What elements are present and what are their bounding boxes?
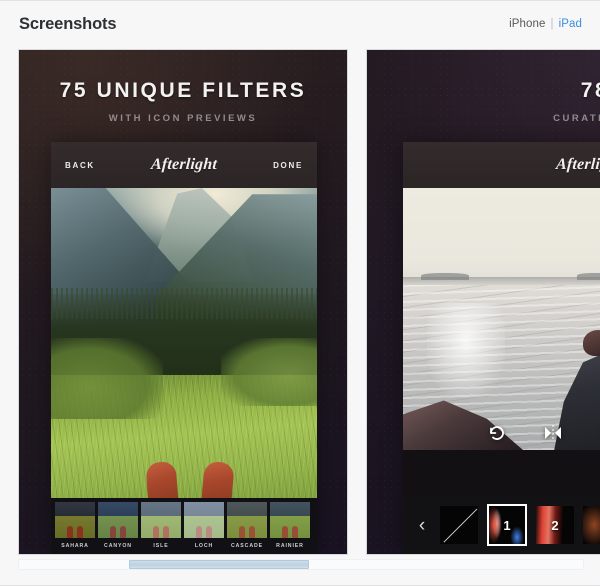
texture-tile-none[interactable]: [440, 506, 478, 544]
filter-thumbnail: [184, 502, 224, 538]
filter-label: CANYON: [104, 543, 132, 549]
screenshots-strip: 75 UNIQUE FILTERS WITH ICON PREVIEWS BAC…: [18, 49, 600, 555]
texture-preview: [583, 506, 600, 544]
filter-label: CASCADE: [231, 543, 263, 549]
done-button[interactable]: DONE: [273, 161, 303, 170]
filter-thumbnail: [141, 502, 181, 538]
filter-thumbnail: [98, 502, 138, 538]
device-switch: iPhone | iPad: [509, 18, 582, 30]
promo-headline: 75 UNIQUE FILTERS: [59, 79, 307, 102]
filter-label: ISLE: [153, 543, 169, 549]
phone-mockup-filters: BACK Afterlight DONE SAHARA CANYON ISLE …: [51, 142, 317, 554]
back-button[interactable]: BACK: [65, 161, 95, 170]
shoe-right: [200, 460, 235, 500]
texture-label: 1: [503, 517, 511, 533]
phone-mockup-textures: Afterlight ‹ 1 2: [403, 142, 600, 554]
horizontal-scrollbar[interactable]: [18, 559, 584, 570]
screenshots-page: Screenshots iPhone | iPad 75 UNIQUE FILT…: [0, 0, 600, 586]
texture-label: 2: [551, 517, 559, 533]
edited-photo-valley: [51, 188, 317, 500]
shrub-right: [221, 337, 317, 407]
afterlight-logo: Afterlight: [150, 156, 218, 173]
screenshots-viewport[interactable]: 75 UNIQUE FILTERS WITH ICON PREVIEWS BAC…: [18, 49, 600, 555]
filter-thumbnail: [227, 502, 267, 538]
shrub-left: [51, 337, 163, 419]
screenshot-textures[interactable]: 78 TEXTUR CURATED TO BE ORGANIC & Afterl…: [366, 49, 600, 555]
screenshot-filters[interactable]: 75 UNIQUE FILTERS WITH ICON PREVIEWS BAC…: [18, 49, 348, 555]
filter-item[interactable]: RAINIER: [270, 502, 310, 549]
app-bar: Afterlight: [403, 142, 600, 188]
texture-tile-2[interactable]: 2: [536, 506, 574, 544]
device-tab-iphone[interactable]: iPhone: [509, 18, 545, 30]
filter-thumbnail-strip[interactable]: SAHARA CANYON ISLE LOCH CASCADE RAINIER: [51, 498, 317, 554]
flip-horizontal-icon[interactable]: [542, 422, 564, 444]
shoe-left: [145, 461, 179, 500]
texture-strip[interactable]: ‹ 1 2: [403, 496, 600, 554]
section-header: Screenshots iPhone | iPad: [0, 1, 600, 47]
promo-subheadline: WITH ICON PREVIEWS: [108, 113, 258, 124]
filter-item[interactable]: CASCADE: [227, 502, 267, 549]
promo-copy-filters: 75 UNIQUE FILTERS WITH ICON PREVIEWS: [19, 79, 347, 124]
no-texture-slash-icon: [443, 508, 478, 543]
filter-label: SAHARA: [61, 543, 89, 549]
edit-tool-row: [403, 422, 600, 444]
app-bar: BACK Afterlight DONE: [51, 142, 317, 188]
device-separator: |: [550, 18, 554, 30]
filter-label: RAINIER: [276, 543, 304, 549]
page-title: Screenshots: [19, 14, 117, 33]
edited-photo-seascape: [403, 188, 600, 450]
texture-tile-3[interactable]: [583, 506, 600, 544]
promo-copy-textures: 78 TEXTUR CURATED TO BE ORGANIC &: [403, 79, 600, 124]
afterlight-logo: Afterlight: [555, 156, 600, 173]
filter-label: LOCH: [194, 543, 214, 549]
horizon-line: [403, 277, 600, 285]
device-tab-ipad[interactable]: iPad: [559, 18, 582, 30]
filter-item[interactable]: ISLE: [141, 502, 181, 549]
chevron-left-icon[interactable]: ‹: [413, 512, 431, 538]
tree-line: [51, 287, 317, 320]
filter-item[interactable]: LOCH: [184, 502, 224, 549]
promo-headline: 78 TEXTUR: [580, 79, 600, 102]
rotate-icon[interactable]: [486, 422, 508, 444]
filter-item[interactable]: CANYON: [98, 502, 138, 549]
scrollbar-thumb[interactable]: [129, 560, 309, 569]
sea-spray: [427, 303, 505, 398]
texture-tile-1[interactable]: 1: [487, 504, 527, 546]
filter-thumbnail: [55, 502, 95, 538]
filter-thumbnail: [270, 502, 310, 538]
promo-subheadline: CURATED TO BE ORGANIC &: [553, 113, 600, 124]
filter-item[interactable]: SAHARA: [55, 502, 95, 549]
